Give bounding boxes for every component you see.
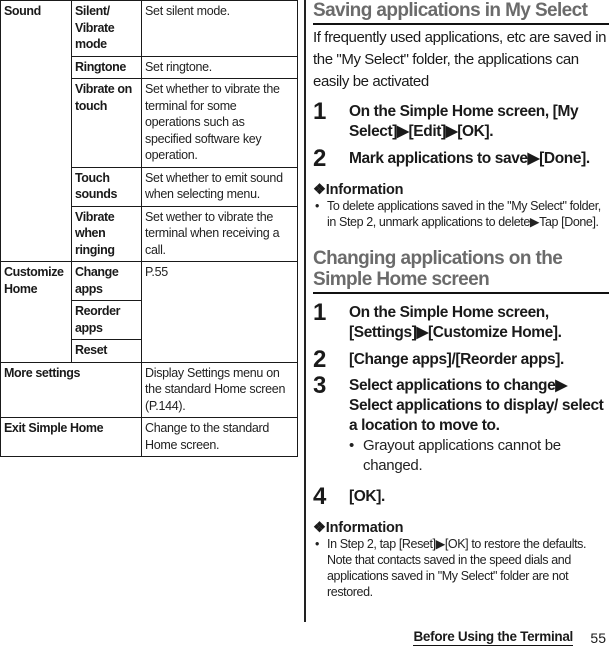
step-number: 1 — [313, 299, 327, 326]
group-cell-customize-home: Customize Home — [0, 261, 72, 363]
table-row: Exit Simple Home Change to the standard … — [0, 417, 298, 457]
page-number: 55 — [590, 630, 606, 646]
step-number: 4 — [313, 483, 327, 510]
desc-cell: Set whether to emit sound when selecting… — [141, 166, 298, 207]
desc-cell: Set silent mode. — [141, 0, 298, 57]
section-title-my-select: Saving applications in My Select — [313, 0, 609, 25]
desc-cell: Set wether to vibrate the terminal when … — [141, 205, 298, 262]
step-item: 3 Select applications to change▶ Select … — [313, 373, 609, 436]
info-text: In Step 2, tap [Reset]▶[OK] to restore t… — [327, 537, 587, 599]
information-heading: ❖Information — [313, 520, 404, 536]
step-item: 2 Mark applications to save▶[Done]. — [313, 146, 609, 172]
desc-cell: Set whether to vibrate the terminal for … — [141, 78, 298, 168]
step-item: 1 On the Simple Home screen, [My Select]… — [313, 99, 609, 142]
step-number: 1 — [313, 98, 327, 125]
right-column: Saving applications in My Select If freq… — [313, 0, 609, 600]
item-cell: More settings — [0, 361, 142, 418]
desc-cell: Change to the standard Home screen. — [141, 417, 298, 457]
column-divider — [304, 0, 306, 622]
step-number: 2 — [313, 145, 327, 172]
group-cell-sound: Sound — [0, 0, 72, 262]
table-row: Sound Silent/ Vibrate mode Set silent mo… — [0, 0, 298, 262]
note-text: Grayout applications cannot be changed. — [363, 437, 561, 474]
information-heading: ❖Information — [313, 182, 404, 198]
footer-chapter-title: Before Using the Terminal — [413, 629, 573, 646]
desc-cell: Display Settings menu on the standard Ho… — [141, 361, 298, 418]
step-note: • Grayout applications cannot be changed… — [349, 436, 609, 476]
item-cell: Touch sounds — [71, 166, 142, 207]
step-number: 3 — [313, 372, 327, 399]
step-text: Mark applications to save▶[Done]. — [349, 150, 590, 167]
item-cell: Reset — [71, 339, 142, 363]
item-cell: Ringtone — [71, 55, 142, 79]
table-row: More settings Display Settings menu on t… — [0, 361, 298, 418]
table-row: Customize Home Change apps P.55 — [0, 261, 298, 363]
step-item: 2 [Change apps]/[Reorder apps]. — [313, 347, 609, 373]
item-cell: Change apps — [71, 261, 142, 301]
desc-cell: Set ringtone. — [141, 55, 298, 79]
section-intro: If frequently used applications, etc are… — [313, 29, 607, 90]
step-number: 2 — [313, 346, 327, 373]
step-text: On the Simple Home screen, [My Select]▶[… — [349, 103, 579, 140]
bullet-icon: • — [315, 537, 319, 551]
bullet-icon: • — [315, 199, 319, 213]
step-text: [OK]. — [349, 488, 385, 505]
info-item: • To delete applications saved in the "M… — [313, 198, 609, 230]
bullet-icon: • — [349, 437, 354, 454]
settings-table-region: Sound Silent/ Vibrate mode Set silent mo… — [0, 0, 298, 457]
step-text: On the Simple Home screen, [Settings]▶[C… — [349, 304, 562, 341]
item-cell: Reorder apps — [71, 300, 142, 340]
step-item: 1 On the Simple Home screen, [Settings]▶… — [313, 300, 609, 343]
step-text: Select applications to change▶ Select ap… — [349, 377, 604, 434]
item-cell: Vibrate on touch — [71, 78, 142, 168]
page-footer: Before Using the Terminal 55 — [0, 629, 609, 648]
item-cell: Silent/ Vibrate mode — [71, 0, 142, 57]
step-item: 4 [OK]. — [313, 484, 609, 510]
item-cell: Vibrate when ringing — [71, 205, 142, 262]
info-text: To delete applications saved in the "My … — [327, 199, 601, 229]
section-title-changing-apps: Changing applications on the Simple Home… — [313, 248, 609, 294]
info-item: • In Step 2, tap [Reset]▶[OK] to restore… — [313, 536, 609, 600]
settings-table: Sound Silent/ Vibrate mode Set silent mo… — [0, 0, 298, 457]
item-cell: Exit Simple Home — [0, 417, 142, 457]
step-text: [Change apps]/[Reorder apps]. — [349, 351, 564, 368]
desc-cell: P.55 — [141, 261, 298, 363]
